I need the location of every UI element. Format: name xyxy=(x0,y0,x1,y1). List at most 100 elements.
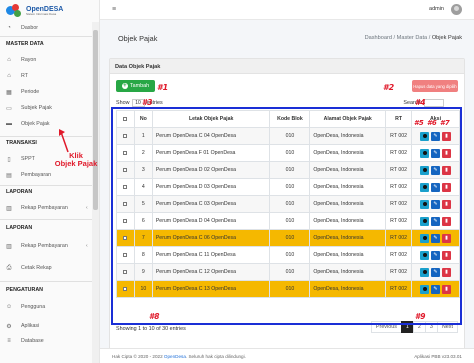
divider xyxy=(0,219,99,220)
edit-button[interactable]: ✎ xyxy=(431,165,441,175)
building-icon: ▬ xyxy=(6,121,12,127)
menu-toggle-icon[interactable]: ≡ xyxy=(112,6,116,13)
sidebar-item-cetak-rekap[interactable]: ⎙ Cetak Rekap xyxy=(6,263,52,273)
delete-button[interactable]: ▮ xyxy=(442,148,452,158)
header-rt[interactable]: RT xyxy=(385,110,413,128)
avatar[interactable] xyxy=(451,4,462,15)
divider xyxy=(0,185,99,186)
sidebar-item-rayon[interactable]: ⌂ Rayon xyxy=(6,55,36,65)
header-no[interactable]: No xyxy=(133,110,153,128)
row-checkbox[interactable] xyxy=(123,286,128,291)
select-all-checkbox[interactable] xyxy=(123,116,128,121)
user-name[interactable]: admin xyxy=(429,6,444,12)
sidebar-item-pengguna[interactable]: ☺ Pengguna xyxy=(6,302,45,312)
row-checkbox[interactable] xyxy=(123,201,128,206)
cell-alamat: OpenDesa, Indonesia xyxy=(309,280,387,298)
chevron-left-icon: ‹ xyxy=(86,243,88,249)
cell-no: 3 xyxy=(133,161,153,179)
delete-button[interactable]: ▮ xyxy=(442,182,452,192)
edit-button[interactable]: ✎ xyxy=(431,216,441,226)
trash-icon: ▮ xyxy=(445,235,448,241)
delete-button[interactable]: ▮ xyxy=(442,250,452,260)
edit-button[interactable]: ✎ xyxy=(431,199,441,209)
sidebar-item-pembayaran[interactable]: ▤ Pembayaran xyxy=(6,170,51,180)
detail-button[interactable] xyxy=(420,233,430,243)
header-alamat[interactable]: Alamat Objek Pajak xyxy=(309,110,387,128)
edit-button[interactable]: ✎ xyxy=(431,233,441,243)
scrollbar-thumb[interactable] xyxy=(93,30,98,210)
sidebar-item-rt[interactable]: ⌂ RT xyxy=(6,71,28,81)
sidebar-item-aplikasi[interactable]: ⚙ Aplikasi xyxy=(6,321,39,331)
sidebar-item-periode[interactable]: ▦ Periode xyxy=(6,87,39,97)
delete-button[interactable]: ▮ xyxy=(442,199,452,209)
edit-button[interactable]: ✎ xyxy=(431,182,441,192)
row-select-cell xyxy=(116,212,135,230)
copyright-suffix: . Seluruh hak cipta dilindungi. xyxy=(185,354,246,359)
detail-button[interactable] xyxy=(420,284,430,294)
table-wrapper: No Letak Objek Pajak Kode Blok Alamat Ob… xyxy=(116,110,460,298)
search-input[interactable] xyxy=(424,99,444,107)
sidebar-section-laporan-2: LAPORAN xyxy=(6,225,33,231)
detail-button[interactable] xyxy=(420,182,430,192)
pagination-next[interactable]: Next xyxy=(436,321,458,333)
delete-button[interactable]: ▮ xyxy=(442,165,452,175)
detail-button[interactable] xyxy=(420,216,430,226)
detail-button[interactable] xyxy=(420,148,430,158)
copyright-link[interactable]: OpenDesa xyxy=(164,354,186,359)
delete-button[interactable]: ▮ xyxy=(442,131,452,141)
brand-logo[interactable]: OpenDESA Sistem Informasi Desa xyxy=(0,0,99,22)
page-header: Objek Pajak Dashboard / Master Data / Ob… xyxy=(100,20,474,58)
chart-icon: ▥ xyxy=(6,243,12,250)
row-checkbox[interactable] xyxy=(123,218,128,223)
row-checkbox[interactable] xyxy=(123,235,128,240)
sidebar-item-sppt[interactable]: ▯ SPPT xyxy=(6,154,35,164)
edit-button[interactable]: ✎ xyxy=(431,131,441,141)
cell-aksi: ✎ ▮ xyxy=(411,280,460,298)
delete-selected-button[interactable]: Hapus data yang dipilih xyxy=(412,80,458,92)
row-checkbox[interactable] xyxy=(123,150,128,155)
edit-button[interactable]: ✎ xyxy=(431,267,441,277)
detail-button[interactable] xyxy=(420,165,430,175)
edit-button[interactable]: ✎ xyxy=(431,250,441,260)
row-checkbox[interactable] xyxy=(123,167,128,172)
sidebar-item-subjek-pajak[interactable]: ▭ Subjek Pajak xyxy=(6,103,52,113)
users-icon: ☺ xyxy=(5,304,13,310)
edit-button[interactable]: ✎ xyxy=(431,148,441,158)
sidebar-item-objek-pajak[interactable]: ▬ Objek Pajak xyxy=(6,119,50,129)
detail-button[interactable] xyxy=(420,267,430,277)
cell-alamat: OpenDesa, Indonesia xyxy=(309,263,387,281)
header-letak[interactable]: Letak Objek Pajak xyxy=(151,110,271,128)
trash-icon: ▮ xyxy=(445,167,448,173)
delete-button[interactable]: ▮ xyxy=(442,284,452,294)
cell-aksi: ✎ ▮ xyxy=(411,161,460,179)
detail-button[interactable] xyxy=(420,199,430,209)
topbar: ≡ admin xyxy=(100,0,474,20)
sidebar-item-rekap-pembayaran-2[interactable]: ▥ Rekap Pembayaran xyxy=(6,241,68,251)
cell-letak: Perum OpenDesa C 06 OpenDesa xyxy=(151,229,271,247)
add-button[interactable]: + Tambah xyxy=(116,80,155,92)
delete-button[interactable]: ▮ xyxy=(442,233,452,243)
delete-button[interactable]: ▮ xyxy=(442,267,452,277)
edit-button[interactable]: ✎ xyxy=(431,284,441,294)
detail-button[interactable] xyxy=(420,131,430,141)
calendar-icon: ▦ xyxy=(6,89,12,96)
row-checkbox[interactable] xyxy=(123,252,128,257)
breadcrumb-dashboard[interactable]: Dashboard xyxy=(365,35,392,41)
sidebar-item-dashboard[interactable]: ◔ Dasbor xyxy=(6,23,38,33)
row-checkbox[interactable] xyxy=(123,133,128,138)
sidebar-scrollbar[interactable] xyxy=(92,22,99,363)
detail-button[interactable] xyxy=(420,250,430,260)
sidebar-item-database[interactable]: ≡ Database xyxy=(6,336,43,346)
row-checkbox[interactable] xyxy=(123,269,128,274)
delete-button[interactable]: ▮ xyxy=(442,216,452,226)
sidebar-item-rekap-pembayaran[interactable]: ▥ Rekap Pembayaran xyxy=(6,203,68,213)
money-icon: ▤ xyxy=(6,172,12,179)
header-kode-blok[interactable]: Kode Blok xyxy=(269,110,311,128)
divider xyxy=(0,281,99,282)
breadcrumb-master-data[interactable]: Master Data xyxy=(397,35,427,41)
table-row: 6 Perum OpenDesa D 04 OpenDesa 010 OpenDesa… xyxy=(116,212,460,230)
pagination-previous[interactable]: Previous xyxy=(370,321,402,333)
card-title: Data Objek Pajak xyxy=(110,59,464,74)
row-checkbox[interactable] xyxy=(123,184,128,189)
info-icon xyxy=(422,202,427,206)
